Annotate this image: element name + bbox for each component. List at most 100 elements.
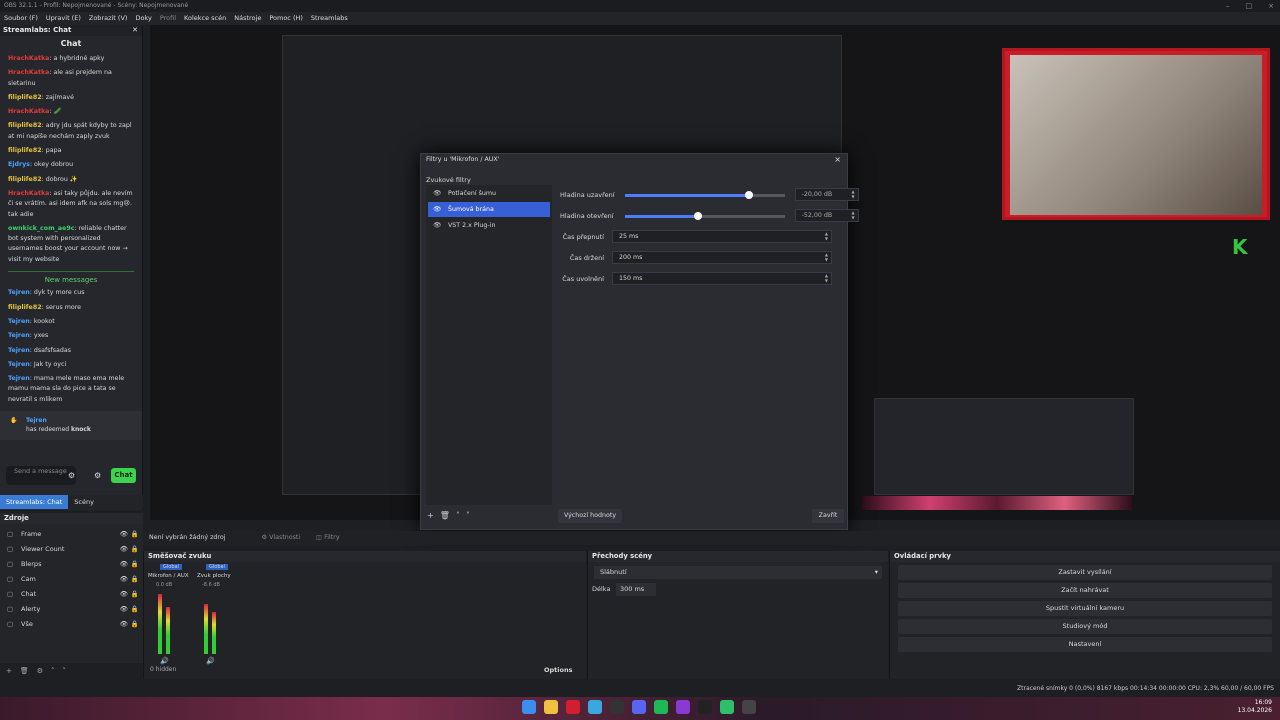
source-item[interactable]: ▢ Vše 👁 🔒 xyxy=(0,617,143,632)
gear-icon[interactable]: ⚙ xyxy=(37,663,43,679)
eye-icon[interactable]: 👁 xyxy=(120,617,128,632)
tab-scenes[interactable]: Scény xyxy=(68,495,100,509)
terminal-icon[interactable] xyxy=(610,700,624,714)
filters-button[interactable]: ◫ Filtry xyxy=(316,534,339,541)
settings-button[interactable]: Nastavení xyxy=(898,637,1272,652)
chat-send-button[interactable]: Chat xyxy=(111,468,136,483)
eye-icon[interactable]: 👁 xyxy=(433,186,441,201)
menu-tools[interactable]: Nástroje xyxy=(234,12,261,25)
filter-vst-plugin[interactable]: 👁 VST 2.x Plug-in xyxy=(428,218,550,233)
menu-view[interactable]: Zobrazit (V) xyxy=(89,12,128,25)
properties-button[interactable]: ⚙ Vlastnosti xyxy=(261,534,300,541)
eye-icon[interactable]: 👁 xyxy=(433,202,441,217)
eye-icon[interactable]: 👁 xyxy=(120,557,128,572)
app-icon[interactable] xyxy=(676,700,690,714)
eye-icon[interactable]: 👁 xyxy=(120,587,128,602)
spotify-icon[interactable] xyxy=(654,700,668,714)
add-icon[interactable]: + xyxy=(427,511,434,520)
transition-select[interactable]: Slábnutí ▾ xyxy=(594,566,882,579)
menu-help[interactable]: Pomoc (H) xyxy=(269,12,303,25)
mixer-channel-mic[interactable]: Mikrofon / AUX xyxy=(148,573,189,579)
chat-username[interactable]: Tejren xyxy=(8,318,30,325)
source-item[interactable]: ▢ Cam 👁 🔒 xyxy=(0,572,143,587)
menu-docks[interactable]: Doky xyxy=(135,12,151,25)
open-threshold-spin[interactable]: -52,00 dB ▲ ▼ xyxy=(794,209,859,222)
mixer-channel-desktop[interactable]: Zvuk plochy xyxy=(197,573,231,579)
speaker-icon[interactable]: 🔊 xyxy=(206,657,215,665)
chat-username[interactable]: ownkick_com_ae9c xyxy=(8,225,74,232)
file-explorer-icon[interactable] xyxy=(544,700,558,714)
menu-edit[interactable]: Upravit (E) xyxy=(46,12,81,25)
down-icon[interactable]: ˅ xyxy=(466,511,470,520)
chat-username[interactable]: HrachKatka xyxy=(8,190,49,197)
spin-arrows-icon[interactable]: ▲ ▼ xyxy=(852,210,855,220)
chat-username[interactable]: HrachKatka xyxy=(8,69,49,76)
chat-username[interactable]: Tejren xyxy=(8,332,30,339)
filter-noise-suppression[interactable]: 👁 Potlačení šumu xyxy=(428,186,550,201)
lock-icon[interactable]: 🔒 xyxy=(131,587,139,602)
up-icon[interactable]: ˄ xyxy=(456,511,460,520)
menu-profile[interactable]: Profil xyxy=(160,12,176,25)
chat-username[interactable]: Tejren xyxy=(8,347,30,354)
tab-streamlabs-chat[interactable]: Streamlabs: Chat xyxy=(0,495,69,509)
windows-start-icon[interactable] xyxy=(522,700,536,714)
down-icon[interactable]: ˅ xyxy=(63,663,67,679)
release-spin[interactable]: 150 ms ▲ ▼ xyxy=(612,272,832,285)
eye-icon[interactable]: 👁 xyxy=(433,218,441,233)
close-icon[interactable]: × xyxy=(834,154,841,166)
obs-icon[interactable] xyxy=(742,700,756,714)
gear-icon[interactable]: ⚙ xyxy=(94,471,101,480)
spin-arrows-icon[interactable]: ▲ ▼ xyxy=(852,189,855,199)
maximize-button[interactable]: □ xyxy=(1246,0,1253,12)
trash-icon[interactable]: 🗑 xyxy=(20,663,29,679)
chat-username[interactable]: filiplife82 xyxy=(8,147,42,154)
spin-arrows-icon[interactable]: ▲ ▼ xyxy=(825,273,828,283)
filter-noise-gate[interactable]: 👁 Šumová brána xyxy=(428,202,550,217)
open-threshold-slider[interactable] xyxy=(624,212,785,220)
source-item[interactable]: ▢ Chat 👁 🔒 xyxy=(0,587,143,602)
chat-username[interactable]: filiplife82 xyxy=(8,176,42,183)
source-item[interactable]: ▢ Frame 👁 🔒 xyxy=(0,527,143,542)
eye-icon[interactable]: 👁 xyxy=(120,602,128,617)
close-icon[interactable]: ✕ xyxy=(132,25,138,36)
speaker-icon[interactable]: 🔊 xyxy=(160,657,169,665)
close-threshold-spin[interactable]: -20,00 dB ▲ ▼ xyxy=(794,188,859,201)
up-icon[interactable]: ˄ xyxy=(51,663,55,679)
lock-icon[interactable]: 🔒 xyxy=(131,557,139,572)
hold-spin[interactable]: 200 ms ▲ ▼ xyxy=(612,251,832,264)
eye-icon[interactable]: 👁 xyxy=(120,572,128,587)
duration-input[interactable]: 300 ms xyxy=(616,583,656,596)
lock-icon[interactable]: 🔒 xyxy=(131,527,139,542)
defaults-button[interactable]: Výchozí hodnoty xyxy=(558,509,622,523)
attack-spin[interactable]: 25 ms ▲ ▼ xyxy=(612,230,832,243)
mixer-options-button[interactable]: Options xyxy=(544,666,572,674)
close-button[interactable]: × xyxy=(1268,0,1274,12)
add-icon[interactable]: + xyxy=(6,663,12,679)
start-virtual-camera-button[interactable]: Spustit virtuální kameru xyxy=(898,601,1272,616)
send-message-input[interactable]: Send a message xyxy=(6,466,76,485)
spin-arrows-icon[interactable]: ▲ ▼ xyxy=(825,231,828,241)
chat-username[interactable]: filiplife82 xyxy=(8,122,42,129)
chat-username[interactable]: HrachKatka xyxy=(8,55,49,62)
stop-streaming-button[interactable]: Zastavit vysílání xyxy=(898,565,1272,580)
minimize-button[interactable]: – xyxy=(1226,0,1230,12)
lock-icon[interactable]: 🔒 xyxy=(131,542,139,557)
telegram-icon[interactable] xyxy=(588,700,602,714)
start-recording-button[interactable]: Začít nahrávat xyxy=(898,583,1272,598)
chat-username[interactable]: HrachKatka xyxy=(8,108,49,115)
trash-icon[interactable]: 🗑 xyxy=(440,511,450,520)
menu-file[interactable]: Soubor (F) xyxy=(4,12,38,25)
source-item[interactable]: ▢ Alerty 👁 🔒 xyxy=(0,602,143,617)
settings-icon[interactable]: ⚙ xyxy=(68,471,75,480)
lock-icon[interactable]: 🔒 xyxy=(131,602,139,617)
source-item[interactable]: ▢ Viewer Count 👁 🔒 xyxy=(0,542,143,557)
chat-username[interactable]: Tejren xyxy=(8,289,30,296)
eye-icon[interactable]: 👁 xyxy=(120,542,128,557)
lock-icon[interactable]: 🔒 xyxy=(131,617,139,632)
menu-scene-collection[interactable]: Kolekce scén xyxy=(184,12,226,25)
chat-username[interactable]: Ejdrys xyxy=(8,161,30,168)
close-threshold-slider[interactable] xyxy=(624,191,785,199)
source-item[interactable]: ▢ Blerps 👁 🔒 xyxy=(0,557,143,572)
chat-username[interactable]: filiplife82 xyxy=(8,304,42,311)
discord-icon[interactable] xyxy=(632,700,646,714)
